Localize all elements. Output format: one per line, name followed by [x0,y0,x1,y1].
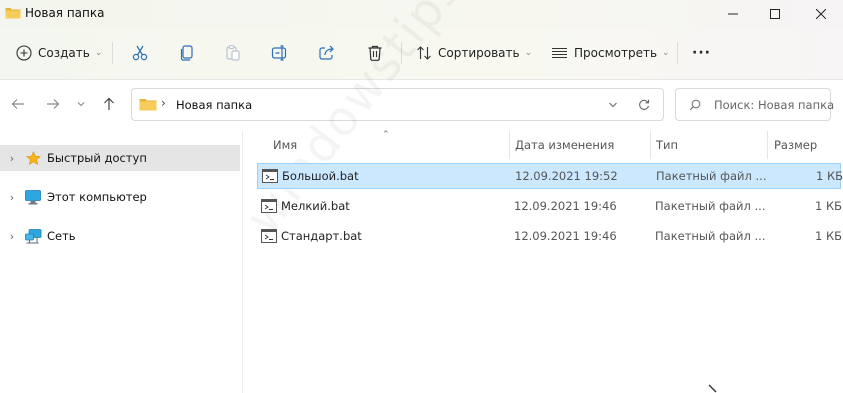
refresh-button[interactable] [635,96,653,114]
close-button[interactable] [799,0,843,28]
sort-ascending-indicator-icon: ⌃ [382,130,390,140]
paste-button[interactable] [224,40,242,66]
rename-button[interactable] [271,40,289,66]
file-size: 1 КБ [815,199,843,213]
file-row[interactable]: Стандарт.bat 12.09.2021 19:46 Пакетный ф… [257,224,843,250]
chevron-down-icon: ⌄ [662,48,670,58]
file-size: 1 КБ [815,229,843,243]
command-bar: Создать ⌄ Сортировать ⌄ Просмотреть ⌄ ··… [0,28,843,80]
column-divider[interactable] [767,131,768,159]
file-type: Пакетный файл ... [656,169,767,183]
chevron-down-icon [77,102,85,107]
paste-icon [226,44,240,61]
star-icon [24,150,42,166]
share-button[interactable] [318,40,336,66]
batch-file-icon [261,229,277,243]
file-name: Стандарт.bat [281,229,362,243]
column-header-date[interactable]: Дата изменения [515,138,614,154]
chevron-down-icon: ⌄ [524,48,533,58]
view-list-icon [552,47,567,59]
search-icon [689,99,701,111]
sort-icon [417,46,431,60]
plus-circle-icon [16,45,32,61]
sidebar-item-network[interactable]: › Сеть [0,223,240,249]
arrow-right-icon [47,99,60,109]
arrow-left-icon [11,99,24,109]
toolbar-divider [677,42,678,64]
column-divider[interactable] [650,131,651,159]
column-header-size[interactable]: Размер [774,138,817,154]
navigation-pane: › Быстрый доступ › Этот компьютер › Сеть [0,131,243,393]
sidebar-item-label: Сеть [47,229,76,243]
maximize-icon [770,9,780,19]
copy-icon [180,45,193,61]
minimize-icon [728,13,738,15]
file-name: Мелкий.bat [281,199,350,213]
computer-icon [24,189,42,205]
breadcrumb-current-folder[interactable]: Новая папка [176,98,252,112]
sidebar-item-this-pc[interactable]: › Этот компьютер [0,184,240,210]
recent-locations-button[interactable] [71,94,91,114]
arrow-up-icon [104,97,114,110]
batch-file-icon [262,169,278,183]
chevron-down-icon [609,102,617,108]
toolbar-divider [112,42,113,64]
folder-icon [5,8,21,19]
refresh-icon [639,99,650,110]
column-header-name[interactable]: Имя [273,138,297,154]
back-button[interactable] [8,94,28,114]
delete-button[interactable] [366,40,384,66]
file-type: Пакетный файл ... [655,199,766,213]
rename-icon [271,45,287,61]
network-icon [24,228,42,244]
new-button[interactable]: Создать ⌄ [16,40,102,66]
sidebar-item-quick-access[interactable]: › Быстрый доступ [0,145,240,171]
view-button-label: Просмотреть [574,46,658,60]
trash-icon [368,45,382,61]
maximize-button[interactable] [753,0,797,28]
chevron-right-icon[interactable]: › [2,191,22,204]
sort-button[interactable]: Сортировать ⌄ [416,40,532,66]
sidebar-item-label: Этот компьютер [47,190,147,204]
folder-icon [139,99,157,111]
address-bar[interactable]: › Новая папка [131,88,664,121]
sort-button-label: Сортировать [438,46,520,60]
batch-file-icon [261,199,277,213]
chevron-right-icon[interactable]: › [2,230,22,243]
file-date: 12.09.2021 19:46 [514,199,617,213]
window-title: Новая папка [25,6,105,20]
chevron-down-icon: ⌄ [94,48,103,58]
toolbar-divider [401,42,402,64]
search-input[interactable]: Поиск: Новая папка [675,88,835,121]
chevron-right-icon[interactable]: › [2,152,22,165]
title-bar: Новая папка [0,0,843,28]
column-divider[interactable] [509,131,510,159]
new-button-label: Создать [38,46,90,60]
file-row[interactable]: Мелкий.bat 12.09.2021 19:46 Пакетный фай… [257,194,843,220]
file-size: 1 КБ [816,169,843,183]
sidebar-item-label: Быстрый доступ [47,151,147,165]
minimize-button[interactable] [711,0,755,28]
file-type: Пакетный файл ... [655,229,766,243]
file-date: 12.09.2021 19:52 [515,169,618,183]
close-icon [816,9,826,19]
forward-button[interactable] [43,94,63,114]
file-date: 12.09.2021 19:46 [514,229,617,243]
scissors-icon [132,45,148,61]
more-options-button[interactable]: ··· [692,40,711,66]
cut-button[interactable] [131,40,149,66]
file-name: Большой.bat [282,169,359,183]
mouse-cursor-icon [708,384,717,393]
breadcrumb-chevron-icon: › [161,96,166,110]
up-button[interactable] [99,94,119,114]
column-header-type[interactable]: Тип [656,138,678,154]
search-placeholder: Поиск: Новая папка [714,98,835,112]
share-icon [319,45,334,60]
file-row[interactable]: Большой.bat 12.09.2021 19:52 Пакетный фа… [257,163,843,189]
more-icon: ··· [692,45,711,61]
address-history-button[interactable] [604,96,622,114]
copy-button[interactable] [178,40,196,66]
view-button[interactable]: Просмотреть ⌄ [551,40,670,66]
